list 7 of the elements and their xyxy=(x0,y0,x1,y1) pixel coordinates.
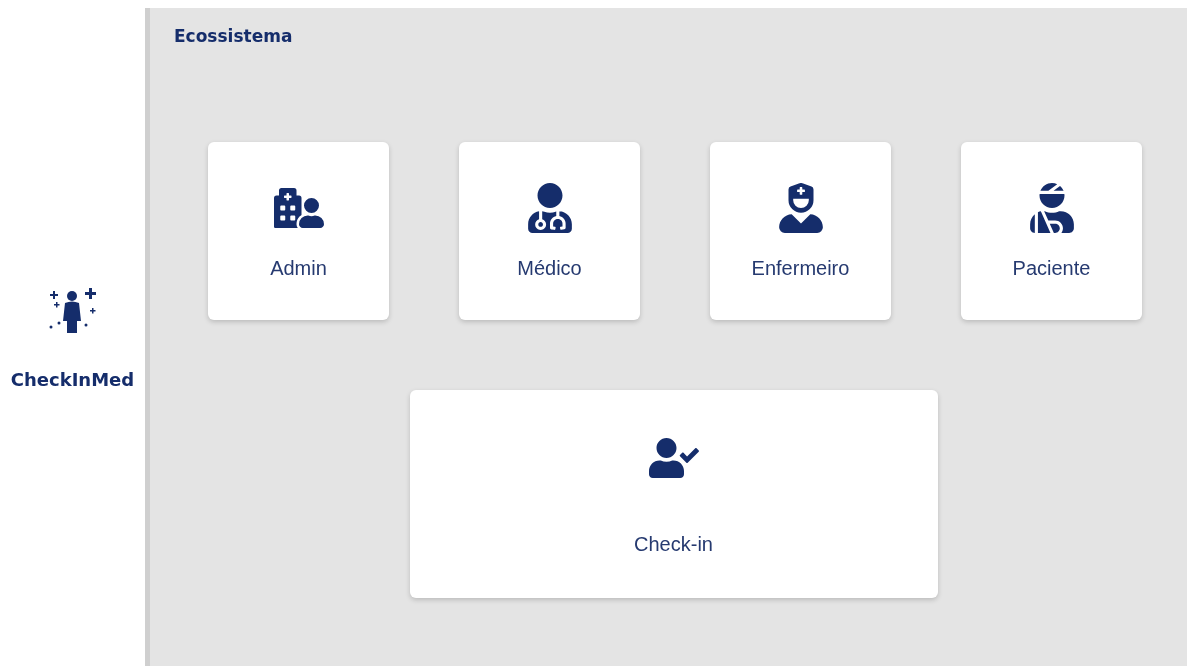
role-card[interactable]: Admin xyxy=(208,142,389,320)
role-card[interactable]: Enfermeiro xyxy=(710,142,891,320)
brand-name: CheckInMed xyxy=(10,368,135,390)
page-title: Ecossistema xyxy=(174,26,294,46)
checkin-card[interactable]: Check-in xyxy=(409,390,938,598)
role-card[interactable]: Médico xyxy=(459,142,640,320)
role-card[interactable]: Paciente xyxy=(961,142,1142,320)
